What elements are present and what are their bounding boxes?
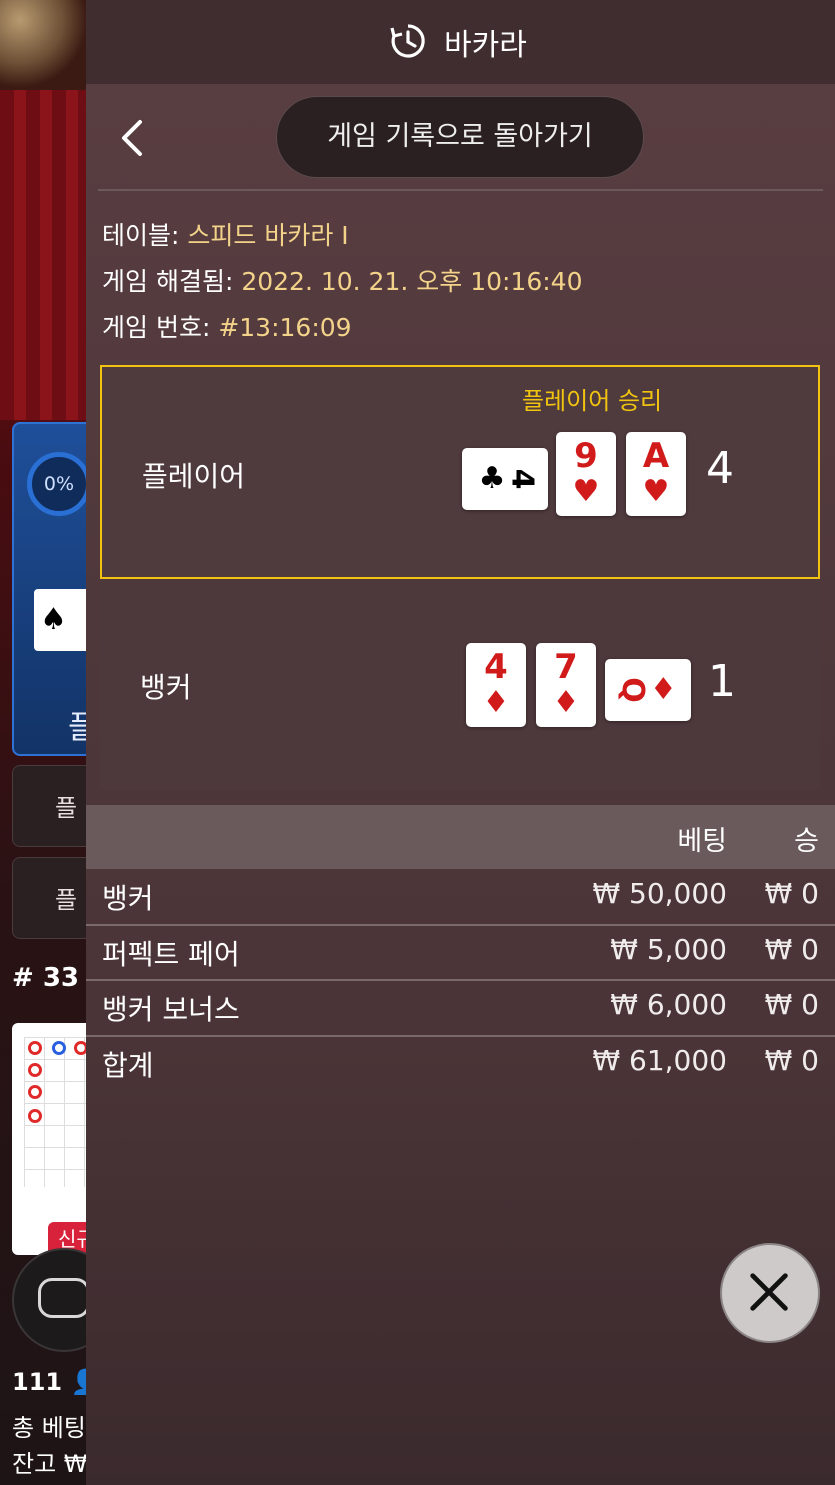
curtain-decor xyxy=(0,90,86,420)
game-history-panel: 바카라 게임 기록으로 돌아가기 테이블: 스피드 바카라 I 게임 해결됨: … xyxy=(86,0,835,1485)
road-dot xyxy=(28,1041,42,1055)
player-card-3-rank: A xyxy=(642,436,670,476)
banker-label: 뱅커 xyxy=(140,671,192,704)
chevron-left-icon[interactable] xyxy=(112,116,152,160)
road-dot xyxy=(28,1085,42,1099)
bet-name: 뱅커 보너스 xyxy=(102,993,240,1026)
total-row: 합계 ₩ 61,000 ₩ 0 xyxy=(86,1036,835,1090)
table-row: 뱅커 보너스 ₩ 6,000 ₩ 0 xyxy=(86,980,835,1034)
player-card-2: 9 ♥ xyxy=(556,432,616,516)
player-score: 4 xyxy=(706,443,734,494)
panel-title: 바카라 xyxy=(444,28,527,63)
spade-card-icon: ♠ xyxy=(34,589,94,651)
player-card-2-suit: ♥ xyxy=(572,474,600,509)
close-button[interactable] xyxy=(720,1243,820,1343)
winner-label: 플레이어 승리 xyxy=(522,387,663,415)
close-icon xyxy=(750,1273,788,1311)
road-number: # 33 xyxy=(12,963,80,993)
history-icon xyxy=(390,24,425,58)
banker-card-1-rank: 4 xyxy=(484,647,508,687)
banker-card-1-suit: ♦ xyxy=(482,685,510,720)
banker-card-2-suit: ♦ xyxy=(552,685,580,720)
panel-header: 바카라 xyxy=(86,0,835,84)
decor-top xyxy=(0,0,86,90)
player-label: 플레이어 xyxy=(142,460,246,493)
player-count-value: 111 xyxy=(12,1368,63,1396)
game-number-value: #13:16:09 xyxy=(218,313,352,342)
player-card-1: ♣ 4 xyxy=(462,448,548,510)
back-to-history-button[interactable]: 게임 기록으로 돌아가기 xyxy=(276,96,644,178)
bet-win: ₩ 0 xyxy=(764,988,819,1021)
win-column-header: 승 xyxy=(794,826,819,857)
total-label: 합계 xyxy=(102,1049,154,1082)
bet-win: ₩ 0 xyxy=(764,877,819,910)
progress-ring: 0% xyxy=(27,452,91,516)
side-bet-button-1-label: 플 xyxy=(55,794,78,822)
table-label: 테이블: xyxy=(102,221,188,250)
table-row: 뱅커 ₩ 50,000 ₩ 0 xyxy=(86,869,835,923)
player-card-3: A ♥ xyxy=(626,432,686,516)
banker-card-3-rank: Q xyxy=(614,677,650,703)
resolved-value: 2022. 10. 21. 오후 10:16:40 xyxy=(241,267,583,296)
table-info: 테이블: 스피드 바카라 I xyxy=(102,216,349,252)
banker-hand-box: 뱅커 4 ♦ 7 ♦ Q ♦ 1 xyxy=(100,580,820,790)
chip-icon xyxy=(38,1278,90,1318)
progress-text: 0% xyxy=(43,473,75,495)
player-card-3-suit: ♥ xyxy=(642,474,670,509)
divider xyxy=(98,189,823,191)
bet-amount: ₩ 5,000 xyxy=(610,933,727,966)
road-dot xyxy=(28,1109,42,1123)
banker-card-2-rank: 7 xyxy=(554,647,578,687)
total-win: ₩ 0 xyxy=(764,1044,819,1077)
bet-column-header: 베팅 xyxy=(677,826,727,857)
road-dot xyxy=(52,1041,66,1055)
table-row: 퍼펙트 페어 ₩ 5,000 ₩ 0 xyxy=(86,925,835,979)
player-hand-box: 플레이어 승리 플레이어 ♣ 4 9 ♥ A ♥ 4 xyxy=(100,365,820,579)
bet-name: 뱅커 xyxy=(102,882,154,915)
banker-card-2: 7 ♦ xyxy=(536,643,596,727)
game-number-label: 게임 번호: xyxy=(102,313,219,342)
banker-score: 1 xyxy=(708,656,736,707)
total-amount: ₩ 61,000 xyxy=(592,1044,727,1077)
table-value: 스피드 바카라 I xyxy=(187,221,349,250)
bet-win: ₩ 0 xyxy=(764,933,819,966)
road-dot xyxy=(28,1063,42,1077)
player-card-2-rank: 9 xyxy=(574,436,598,476)
banker-card-3: Q ♦ xyxy=(605,659,691,721)
side-bet-button-2-label: 플 xyxy=(55,886,78,914)
player-card-1-rank: 4 xyxy=(504,468,539,490)
bet-table-header: 베팅 승 xyxy=(86,805,835,869)
bet-amount: ₩ 50,000 xyxy=(592,877,727,910)
resolved-label: 게임 해결됨: xyxy=(102,267,242,296)
bet-amount: ₩ 6,000 xyxy=(610,988,727,1021)
bet-name: 퍼펙트 페어 xyxy=(102,938,240,971)
resolved-info: 게임 해결됨: 2022. 10. 21. 오후 10:16:40 xyxy=(102,262,582,298)
game-number-info: 게임 번호: #13:16:09 xyxy=(102,308,352,344)
banker-card-1: 4 ♦ xyxy=(466,643,526,727)
